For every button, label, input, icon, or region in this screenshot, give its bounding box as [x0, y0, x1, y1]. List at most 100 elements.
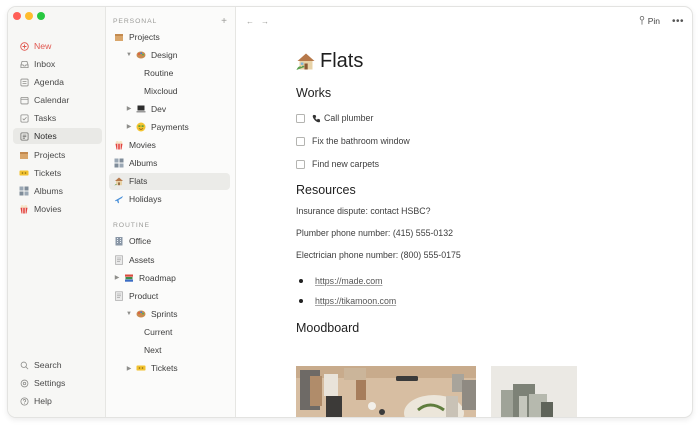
close-window-button[interactable] [13, 12, 21, 20]
section-title: PERSONAL [113, 17, 158, 25]
sidebar-item-label: Projects [34, 149, 66, 160]
chevron-down-icon[interactable]: ▼ [125, 311, 133, 317]
todo-label: Call plumber [324, 113, 374, 123]
tree-item-next[interactable]: Next [109, 342, 230, 359]
sidebar-item-label: Settings [34, 378, 66, 389]
note-content: Flats Works Call plumber Fix the bathroo… [296, 47, 636, 335]
todo-checkbox[interactable] [296, 136, 305, 146]
back-button[interactable]: ← [246, 17, 254, 26]
sidebar-item-projects[interactable]: Projects [13, 147, 102, 163]
moodboard-image[interactable] [296, 366, 476, 417]
tree-item-mixcloud[interactable]: Mixcloud [109, 82, 230, 99]
section-title: ROUTINE [113, 222, 150, 230]
tree-item-flats[interactable]: Flats [109, 172, 230, 190]
tree-item-roadmap[interactable]: ▶ Roadmap [109, 269, 230, 286]
minimize-window-button[interactable] [25, 12, 33, 20]
tree-item-current[interactable]: Current [109, 323, 230, 340]
paragraph: Plumber phone number: (415) 555-0132 [296, 228, 453, 238]
tree-item-label: Projects [129, 31, 160, 42]
tree-item-label: Assets [129, 254, 155, 265]
tree-item-assets[interactable]: Assets [109, 251, 230, 268]
tree-item-label: Movies [129, 140, 156, 151]
todo-label: Find new carpets [312, 159, 379, 169]
section-header-personal: PERSONAL + [106, 14, 235, 28]
tree-item-projects[interactable]: Projects [109, 28, 230, 45]
sidebar-item-help[interactable]: Help [13, 393, 102, 409]
sidebar-item-tickets[interactable]: Tickets [13, 165, 102, 181]
pin-button[interactable]: Pin [639, 15, 660, 27]
sidebar-item-label: Notes [34, 131, 57, 142]
agenda-icon [19, 77, 29, 87]
sidebar-item-settings[interactable]: Settings [13, 375, 102, 391]
todo-item[interactable]: Call plumber [296, 111, 636, 125]
sidebar-nav: New Inbox Agenda Calendar Tasks Notes Pr… [13, 38, 102, 219]
tree-item-sprints[interactable]: ▼ Sprints [109, 305, 230, 322]
help-icon [19, 396, 29, 406]
page-title[interactable]: Flats [296, 47, 636, 75]
sidebar-item-albums[interactable]: Albums [13, 183, 102, 199]
checkbox-icon [19, 113, 29, 123]
tree-item-dev[interactable]: ▶ Dev [109, 100, 230, 117]
link[interactable]: https://made.com [315, 276, 382, 286]
todo-item[interactable]: Find new carpets [296, 157, 636, 171]
sidebar-item-label: Tickets [34, 167, 62, 178]
sidebar-item-label: Tasks [34, 113, 57, 124]
chevron-right-icon[interactable]: ▶ [125, 123, 133, 130]
works-heading: Works [296, 86, 332, 100]
page-icon [114, 291, 124, 301]
sidebar-item-label: New [34, 41, 52, 51]
tree-item-label: Routine [144, 67, 174, 78]
film-frames-icon [114, 158, 124, 168]
tree-item-product[interactable]: Product [109, 287, 230, 304]
sidebar-item-search[interactable]: Search [13, 357, 102, 373]
chevron-right-icon[interactable]: ▶ [125, 365, 133, 372]
link[interactable]: https://tikamoon.com [315, 296, 396, 306]
chevron-right-icon[interactable]: ▶ [113, 274, 121, 281]
forward-button[interactable]: → [261, 17, 269, 26]
moodboard-heading: Moodboard [296, 321, 360, 335]
sidebar-item-new[interactable]: New [13, 38, 102, 54]
sidebar-item-label: Search [34, 360, 62, 370]
todo-item[interactable]: Fix the bathroom window [296, 134, 636, 148]
sidebar-item-agenda[interactable]: Agenda [13, 74, 102, 90]
maximize-window-button[interactable] [37, 12, 45, 20]
airplane-icon [114, 194, 124, 204]
chevron-down-icon[interactable]: ▼ [125, 52, 133, 58]
resources-heading: Resources [296, 183, 356, 197]
tree-item-label: Next [144, 345, 162, 355]
tree-item-label: Dev [151, 103, 167, 114]
phone-icon [312, 114, 321, 123]
window-controls [13, 12, 45, 20]
todo-checkbox[interactable] [296, 113, 305, 123]
tree-item-office[interactable]: Office [109, 233, 230, 250]
sidebar-item-movies[interactable]: Movies [13, 201, 102, 217]
sidebar-item-inbox[interactable]: Inbox [13, 56, 102, 72]
sidebar-item-label: Calendar [34, 95, 70, 106]
tree-item-label: Mixcloud [144, 85, 178, 96]
sidebar-item-label: Albums [34, 185, 63, 196]
tree-item-routine[interactable]: Routine [109, 64, 230, 81]
todo-checkbox[interactable] [296, 159, 305, 169]
tree-item-movies[interactable]: Movies [109, 137, 230, 154]
tree-item-tickets[interactable]: ▶ Tickets [109, 360, 230, 377]
house-icon [114, 176, 124, 186]
more-options-button[interactable]: ••• [672, 16, 684, 27]
tree-item-design[interactable]: ▼ Design [109, 46, 230, 63]
gear-icon [19, 378, 29, 388]
inbox-icon [19, 59, 29, 69]
moodboard-image[interactable] [491, 366, 577, 417]
tree-item-holidays[interactable]: Holidays [109, 191, 230, 208]
add-note-button[interactable]: + [221, 16, 227, 27]
tree-item-label: Holidays [129, 194, 162, 205]
chevron-right-icon[interactable]: ▶ [125, 105, 133, 112]
sidebar-item-calendar[interactable]: Calendar [13, 92, 102, 108]
sidebar-item-tasks[interactable]: Tasks [13, 110, 102, 126]
page-title-text: Flats [320, 49, 364, 72]
tree-item-albums[interactable]: Albums [109, 155, 230, 172]
tree-item-payments[interactable]: ▶ Payments [109, 118, 230, 135]
ticket-icon [19, 168, 29, 178]
sidebar-item-notes[interactable]: Notes [13, 128, 102, 145]
app-window: New Inbox Agenda Calendar Tasks Notes Pr… [7, 6, 693, 418]
search-icon [19, 360, 29, 370]
plus-circle-icon [19, 41, 29, 51]
